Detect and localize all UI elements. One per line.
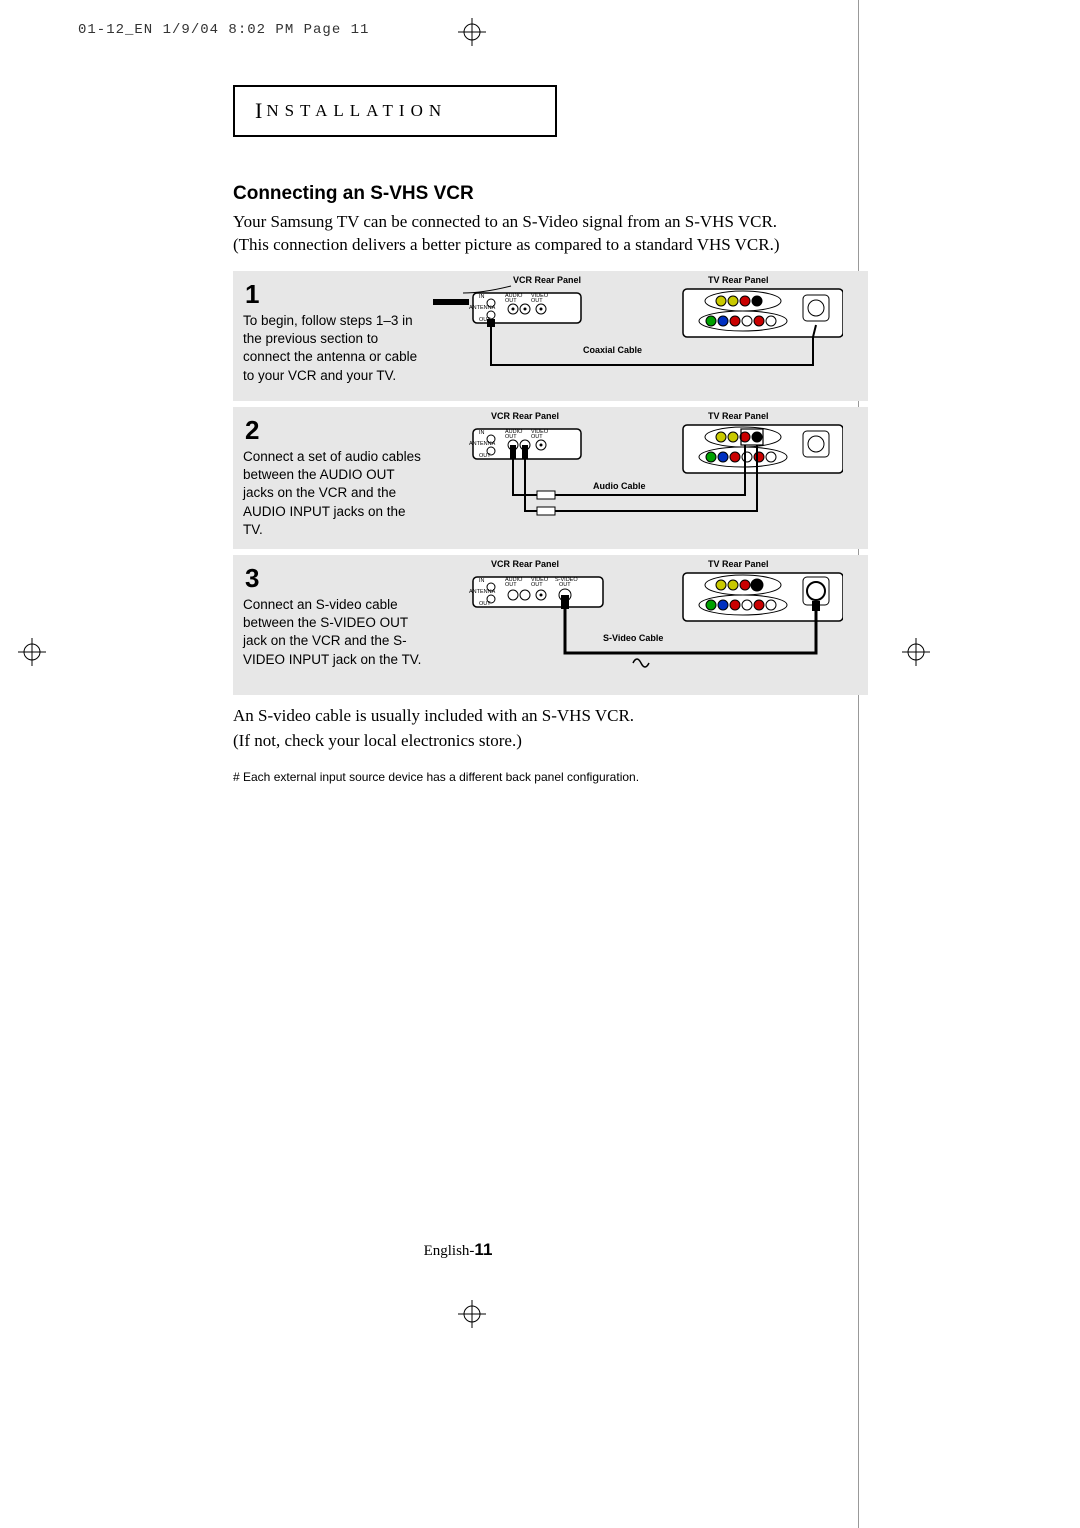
intro-line: (This connection delivers a better pictu…: [233, 235, 780, 254]
svg-text:IN: IN: [479, 430, 485, 436]
tv-label: TV Rear Panel: [708, 275, 769, 285]
tv-label: TV Rear Panel: [708, 559, 769, 569]
svg-text:ANTENNA: ANTENNA: [469, 305, 496, 311]
intro-text: Your Samsung TV can be connected to an S…: [233, 211, 868, 257]
tv-label: TV Rear Panel: [708, 411, 769, 421]
svg-text:OUT: OUT: [479, 453, 491, 459]
wiring-diagram: VCR Rear Panel IN ANTENNA OUT AUDIOOUT V…: [433, 559, 843, 689]
page-title: Connecting an S-VHS VCR: [233, 183, 868, 205]
footer-page-number: 11: [474, 1240, 492, 1259]
wiring-diagram: VCR Rear Panel IN ANTENNA OUT AUDIOOUT V…: [433, 411, 843, 541]
svg-text:OUT: OUT: [505, 298, 517, 304]
svg-text:ANTENNA: ANTENNA: [469, 441, 496, 447]
cable-label: S-Video Cable: [603, 633, 663, 643]
vcr-label: VCR Rear Panel: [491, 411, 559, 421]
section-header: I NSTALLATION: [233, 85, 557, 137]
svg-text:OUT: OUT: [505, 434, 517, 440]
step-block: 2 Connect a set of audio cables between …: [233, 407, 868, 549]
footnote: # Each external input source device has …: [233, 770, 868, 784]
wiring-diagram: VCR Rear Panel IN ANTENNA OUT AUDIO OUT …: [433, 275, 843, 393]
page-footer: English-11: [58, 1240, 858, 1260]
footer-label: English-: [424, 1243, 475, 1259]
step-block: 3 Connect an S-video cable between the S…: [233, 555, 868, 695]
svg-text:IN: IN: [479, 294, 485, 300]
svg-text:OUT: OUT: [531, 298, 543, 304]
note-line: An S-video cable is usually included wit…: [233, 706, 634, 725]
svg-text:OUT: OUT: [531, 582, 543, 588]
registration-mark-icon: [458, 1300, 486, 1328]
svg-text:ANTENNA: ANTENNA: [469, 589, 496, 595]
cable-label: Coaxial Cable: [583, 345, 642, 355]
registration-mark-icon: [18, 638, 46, 666]
page-content: I NSTALLATION Connecting an S-VHS VCR Yo…: [233, 85, 868, 784]
after-steps-text: An S-video cable is usually included wit…: [233, 703, 868, 754]
step-text: To begin, follow steps 1–3 in the previo…: [243, 312, 423, 385]
svg-text:OUT: OUT: [505, 582, 517, 588]
note-line: (If not, check your local electronics st…: [233, 731, 522, 750]
cable-label: Audio Cable: [593, 481, 646, 491]
sheet: 01-12_EN 1/9/04 8:02 PM Page 11 I NSTALL…: [58, 0, 859, 1528]
step-block: 1 To begin, follow steps 1–3 in the prev…: [233, 271, 868, 401]
intro-line: Your Samsung TV can be connected to an S…: [233, 212, 777, 231]
section-label: NSTALLATION: [266, 101, 447, 121]
vcr-label: VCR Rear Panel: [513, 275, 581, 285]
vcr-label: VCR Rear Panel: [491, 559, 559, 569]
step-text: Connect an S-video cable between the S-V…: [243, 596, 423, 669]
svg-text:OUT: OUT: [559, 582, 571, 588]
svg-text:OUT: OUT: [531, 434, 543, 440]
print-job-info: 01-12_EN 1/9/04 8:02 PM Page 11: [78, 22, 369, 38]
step-text: Connect a set of audio cables between th…: [243, 448, 423, 539]
svg-text:OUT: OUT: [479, 601, 491, 607]
svg-text:IN: IN: [479, 578, 485, 584]
section-initial: I: [255, 98, 262, 124]
registration-mark-icon: [458, 18, 486, 46]
registration-mark-icon: [902, 638, 930, 666]
